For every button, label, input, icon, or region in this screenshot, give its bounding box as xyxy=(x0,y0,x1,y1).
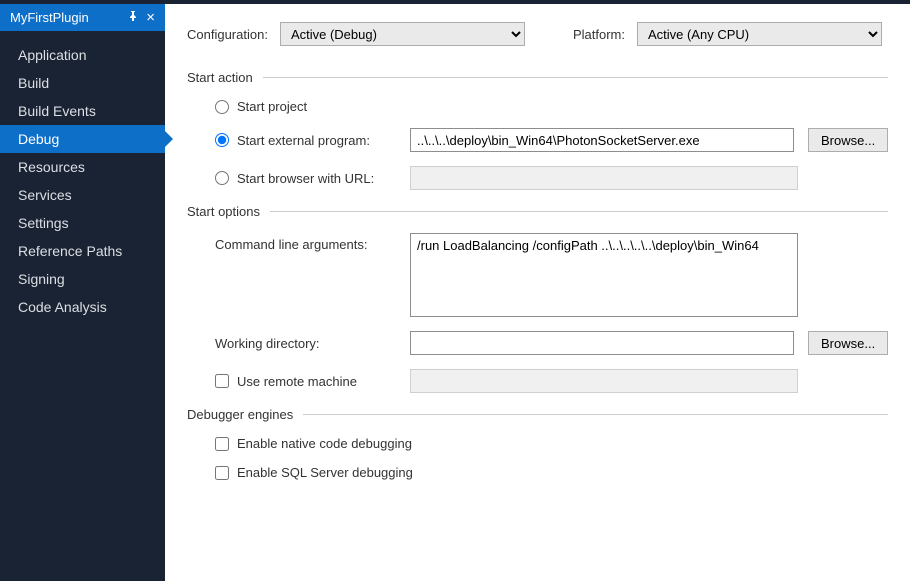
enable-native-check[interactable]: Enable native code debugging xyxy=(215,436,412,451)
nav-item-resources[interactable]: Resources xyxy=(0,153,165,181)
section-title: Start action xyxy=(187,70,253,85)
nav-item-debug[interactable]: Debug xyxy=(0,125,165,153)
workdir-label: Working directory: xyxy=(215,336,320,351)
divider xyxy=(270,211,888,212)
nav-item-services[interactable]: Services xyxy=(0,181,165,209)
remote-machine-input[interactable] xyxy=(410,369,798,393)
section-start-options: Start options xyxy=(187,204,888,219)
section-start-action: Start action xyxy=(187,70,888,85)
divider xyxy=(303,414,888,415)
enable-sql-check[interactable]: Enable SQL Server debugging xyxy=(215,465,413,480)
nav-item-reference-paths[interactable]: Reference Paths xyxy=(0,237,165,265)
nav-item-settings[interactable]: Settings xyxy=(0,209,165,237)
radio-start-project-input[interactable] xyxy=(215,100,229,114)
pin-icon[interactable] xyxy=(128,11,138,24)
configuration-label: Configuration: xyxy=(187,27,268,42)
remote-machine-check[interactable]: Use remote machine xyxy=(215,374,357,389)
platform-select[interactable]: Active (Any CPU) xyxy=(637,22,882,46)
configuration-select[interactable]: Active (Debug) xyxy=(280,22,525,46)
radio-start-browser[interactable]: Start browser with URL: xyxy=(215,171,374,186)
enable-native-checkbox[interactable] xyxy=(215,437,229,451)
close-icon[interactable]: × xyxy=(146,10,155,25)
radio-start-external[interactable]: Start external program: xyxy=(215,133,370,148)
section-title: Start options xyxy=(187,204,260,219)
config-row: Configuration: Active (Debug) Platform: … xyxy=(187,22,888,46)
tab-header[interactable]: MyFirstPlugin × xyxy=(0,4,165,31)
platform-label: Platform: xyxy=(573,27,625,42)
browse-external-button[interactable]: Browse... xyxy=(808,128,888,152)
content-panel: Configuration: Active (Debug) Platform: … xyxy=(165,4,910,581)
section-title: Debugger engines xyxy=(187,407,293,422)
nav-item-build[interactable]: Build xyxy=(0,69,165,97)
tab-title: MyFirstPlugin xyxy=(10,10,120,25)
radio-start-browser-input[interactable] xyxy=(215,171,229,185)
radio-start-external-input[interactable] xyxy=(215,133,229,147)
section-debugger-engines: Debugger engines xyxy=(187,407,888,422)
browse-workdir-button[interactable]: Browse... xyxy=(808,331,888,355)
external-program-input[interactable] xyxy=(410,128,794,152)
radio-start-project[interactable]: Start project xyxy=(215,99,307,114)
nav-item-signing[interactable]: Signing xyxy=(0,265,165,293)
nav-item-build-events[interactable]: Build Events xyxy=(0,97,165,125)
workdir-input[interactable] xyxy=(410,331,794,355)
nav-list: ApplicationBuildBuild EventsDebugResourc… xyxy=(0,31,165,321)
nav-item-code-analysis[interactable]: Code Analysis xyxy=(0,293,165,321)
remote-machine-checkbox[interactable] xyxy=(215,374,229,388)
divider xyxy=(263,77,888,78)
enable-sql-checkbox[interactable] xyxy=(215,466,229,480)
browser-url-input[interactable] xyxy=(410,166,798,190)
cmdargs-label: Command line arguments: xyxy=(215,237,367,252)
sidebar: MyFirstPlugin × ApplicationBuildBuild Ev… xyxy=(0,4,165,581)
cmdargs-input[interactable] xyxy=(410,233,798,317)
nav-item-application[interactable]: Application xyxy=(0,41,165,69)
